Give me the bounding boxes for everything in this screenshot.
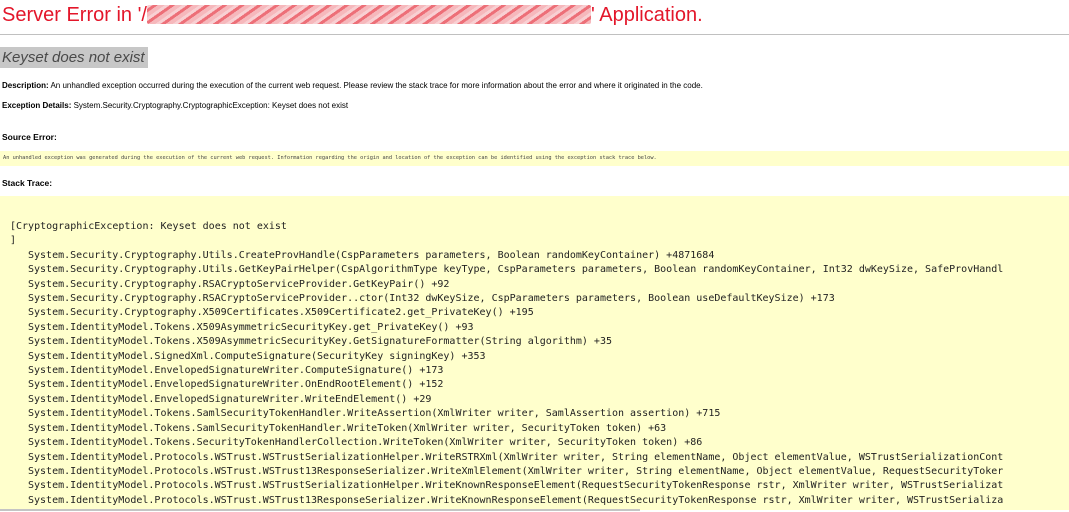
page-title: Server Error in '/ ' Application. xyxy=(2,3,703,27)
stack-frame: System.IdentityModel.Tokens.SecurityToke… xyxy=(28,437,703,449)
description-line: Description: An unhandled exception occu… xyxy=(2,80,703,91)
stack-frame: System.IdentityModel.Tokens.X509Asymmetr… xyxy=(28,336,612,348)
redacted-application-name xyxy=(146,5,591,24)
exception-details-text: System.Security.Cryptography.Cryptograph… xyxy=(73,101,349,110)
stack-frame: System.IdentityModel.Protocols.WSTrust.W… xyxy=(28,494,1004,506)
description-text: An unhandled exception occurred during t… xyxy=(50,81,703,90)
title-prefix: Server Error in '/ xyxy=(2,4,147,26)
stack-frame: System.IdentityModel.SignedXml.ComputeSi… xyxy=(28,350,486,362)
source-error-box: An unhandled exception was generated dur… xyxy=(0,151,1069,166)
stack-frame: System.Security.Cryptography.Utils.GetKe… xyxy=(28,264,1004,276)
description-label: Description: xyxy=(2,81,49,90)
stack-frame: System.Security.Cryptography.Utils.Creat… xyxy=(28,249,715,261)
title-suffix: ' Application. xyxy=(590,4,703,26)
stack-trace-text: [CryptographicException: Keyset does not… xyxy=(10,220,1003,508)
stack-trace-header: [CryptographicException: Keyset does not… xyxy=(10,221,287,232)
exception-details-label: Exception Details: xyxy=(2,101,72,110)
title-divider xyxy=(0,34,1069,35)
stack-frame: System.IdentityModel.Tokens.SamlSecurity… xyxy=(28,422,667,434)
stack-frame: System.Security.Cryptography.RSACryptoSe… xyxy=(28,278,450,290)
stack-frame: System.IdentityModel.Tokens.SamlSecurity… xyxy=(28,408,721,420)
stack-frame: System.IdentityModel.EnvelopedSignatureW… xyxy=(28,379,444,391)
source-error-text: An unhandled exception was generated dur… xyxy=(3,155,657,161)
horizontal-scrollbar[interactable] xyxy=(0,509,640,511)
stack-trace-box[interactable]: [CryptographicException: Keyset does not… xyxy=(0,196,1069,510)
stack-frames: System.Security.Cryptography.Utils.Creat… xyxy=(10,249,1003,508)
stack-frame: System.IdentityModel.Protocols.WSTrust.W… xyxy=(28,465,1004,477)
stack-trace-heading: Stack Trace: xyxy=(2,178,53,188)
stack-frame: System.Security.Cryptography.RSACryptoSe… xyxy=(28,293,835,305)
stack-frame: System.IdentityModel.EnvelopedSignatureW… xyxy=(28,393,432,405)
stack-frame: System.Security.Cryptography.X509Certifi… xyxy=(28,307,534,319)
error-title[interactable]: Keyset does not exist xyxy=(0,47,148,68)
exception-details-line: Exception Details: System.Security.Crypt… xyxy=(2,100,348,111)
stack-trace-close: ] xyxy=(10,235,17,247)
stack-frame: System.IdentityModel.EnvelopedSignatureW… xyxy=(28,365,444,377)
stack-frame: System.IdentityModel.Protocols.WSTrust.W… xyxy=(28,480,1004,492)
source-error-heading: Source Error: xyxy=(2,132,57,142)
stack-frame: System.IdentityModel.Tokens.X509Asymmetr… xyxy=(28,321,474,333)
stack-frame: System.IdentityModel.Protocols.WSTrust.W… xyxy=(28,451,1004,463)
